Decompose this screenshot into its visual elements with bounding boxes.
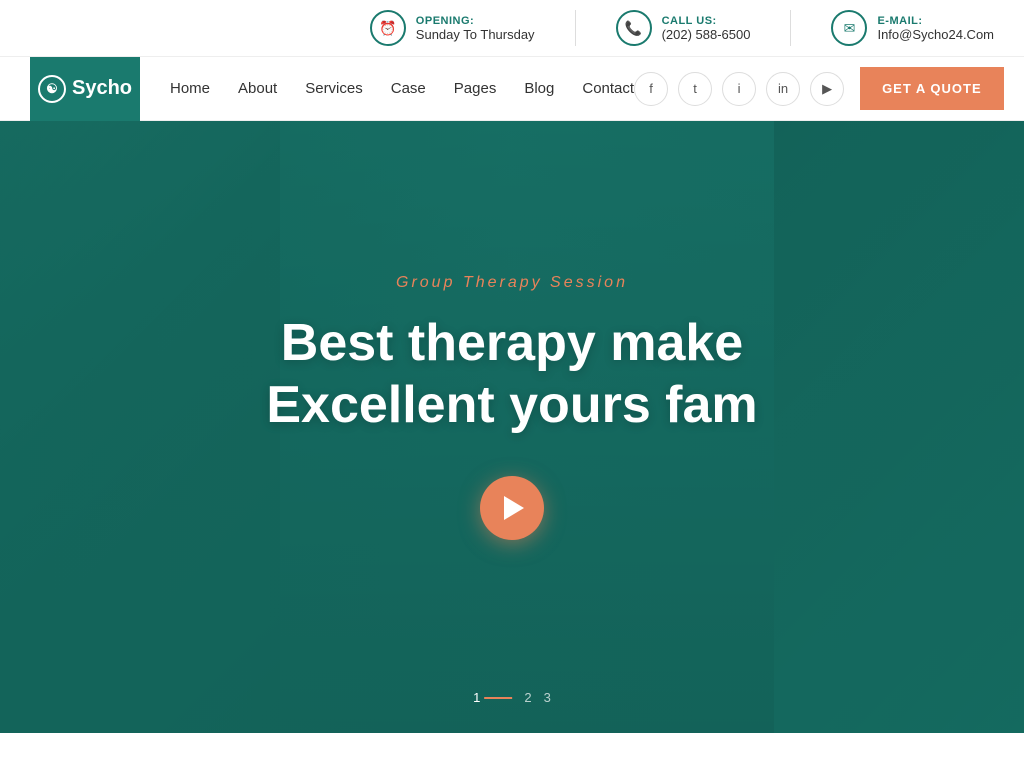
linkedin-icon[interactable]: in <box>766 72 800 106</box>
logo[interactable]: ☯ Sycho <box>30 57 140 121</box>
hero-title-line2: Excellent yours fam <box>266 376 757 434</box>
nav-item-home[interactable]: Home <box>170 80 210 98</box>
nav-item-services[interactable]: Services <box>305 80 363 98</box>
email-label: E-MAIL: <box>877 15 994 27</box>
opening-info: ⏰ OPENING: Sunday To Thursday <box>370 10 535 46</box>
nav-item-blog[interactable]: Blog <box>524 80 554 98</box>
email-value: Info@Sycho24.Com <box>877 27 994 42</box>
email-info: ✉ E-MAIL: Info@Sycho24.Com <box>831 10 994 46</box>
nav-links: Home About Services Case Pages Blog Cont… <box>170 80 634 98</box>
call-info: 📞 CALL US: (202) 588-6500 <box>616 10 751 46</box>
instagram-icon[interactable]: i <box>722 72 756 106</box>
hero-subtitle: Group Therapy Session <box>396 274 628 292</box>
logo-icon: ☯ <box>38 75 66 103</box>
nav-item-about[interactable]: About <box>238 80 277 98</box>
email-icon: ✉ <box>831 10 867 46</box>
hero-title: Best therapy make Excellent yours fam <box>266 312 757 437</box>
hero-section: Group Therapy Session Best therapy make … <box>0 121 1024 733</box>
play-button[interactable] <box>480 476 544 540</box>
phone-icon: 📞 <box>616 10 652 46</box>
youtube-icon[interactable]: ▶ <box>810 72 844 106</box>
nav-item-case[interactable]: Case <box>391 80 426 98</box>
slider-dot-2[interactable]: 2 <box>524 690 531 705</box>
divider-1 <box>575 10 576 46</box>
logo-text: Sycho <box>72 77 132 100</box>
nav-item-contact[interactable]: Contact <box>582 80 634 98</box>
social-icons: f t i in ▶ <box>634 72 844 106</box>
nav-item-pages[interactable]: Pages <box>454 80 497 98</box>
slider-dot-1[interactable]: 1 <box>473 690 512 705</box>
call-label: CALL US: <box>662 15 751 27</box>
divider-2 <box>790 10 791 46</box>
twitter-icon[interactable]: t <box>678 72 712 106</box>
clock-icon: ⏰ <box>370 10 406 46</box>
slider-dot-3[interactable]: 3 <box>544 690 551 705</box>
facebook-icon[interactable]: f <box>634 72 668 106</box>
play-icon <box>504 496 524 520</box>
top-bar: ⏰ OPENING: Sunday To Thursday 📞 CALL US:… <box>0 0 1024 57</box>
call-value: (202) 588-6500 <box>662 27 751 42</box>
hero-content: Group Therapy Session Best therapy make … <box>0 121 1024 733</box>
hero-title-line1: Best therapy make <box>281 314 743 372</box>
nav-bar: ☯ Sycho Home About Services Case Pages B… <box>0 57 1024 121</box>
slider-dots: 1 2 3 <box>473 690 551 705</box>
opening-label: OPENING: <box>416 15 535 27</box>
nav-left: ☯ Sycho Home About Services Case Pages B… <box>30 57 634 121</box>
nav-right: f t i in ▶ GET A QUOTE <box>634 67 1004 110</box>
get-quote-button[interactable]: GET A QUOTE <box>860 67 1004 110</box>
opening-value: Sunday To Thursday <box>416 27 535 42</box>
